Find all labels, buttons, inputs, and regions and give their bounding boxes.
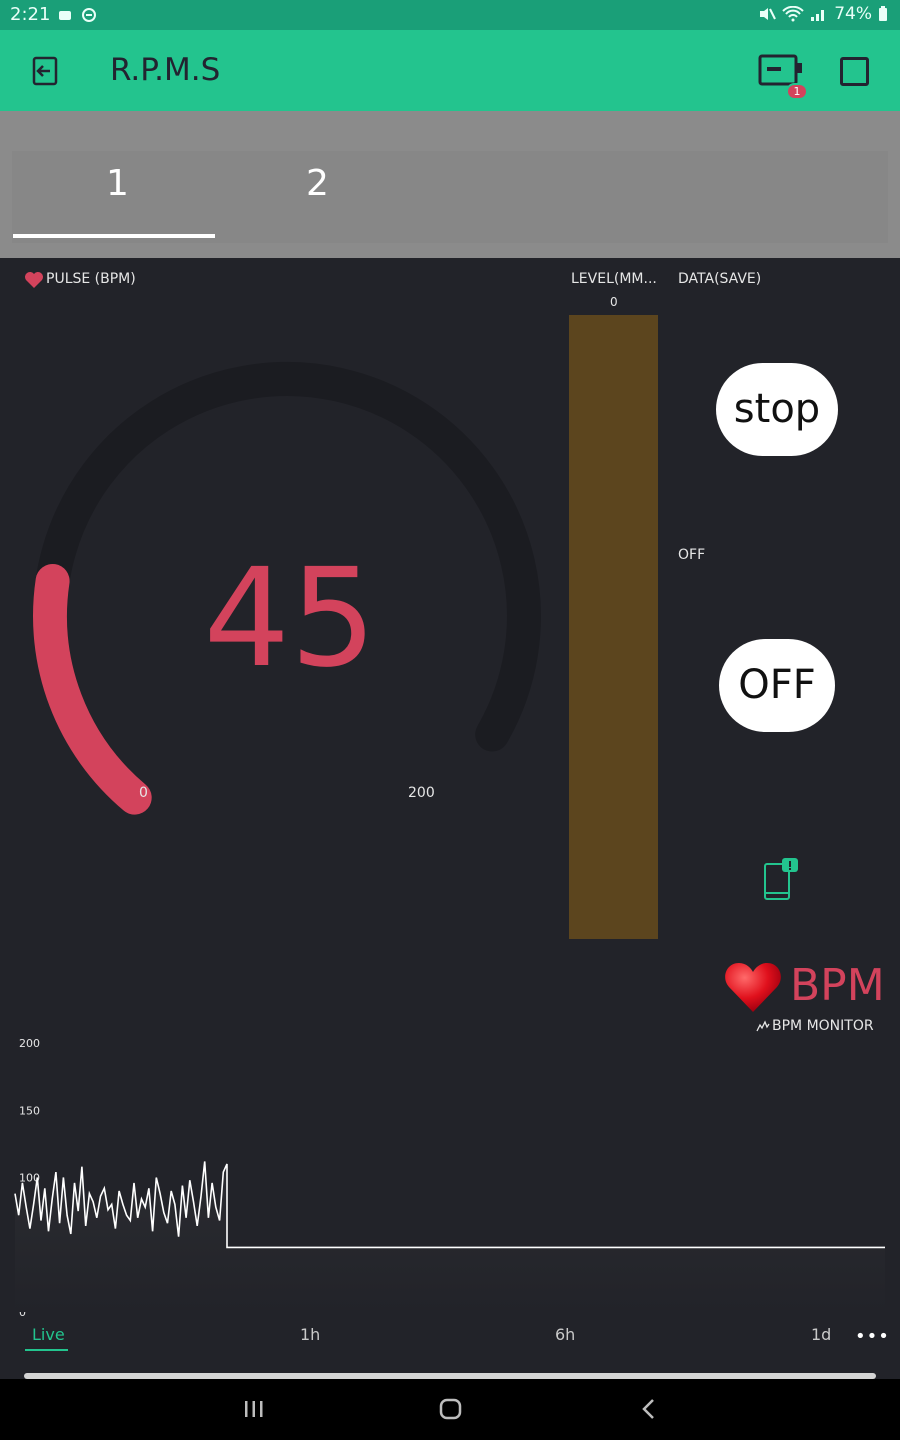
level-bar [569, 315, 658, 939]
more-menu-button[interactable]: ••• [855, 1326, 890, 1347]
battery-icon [879, 6, 887, 21]
notification-icon [59, 11, 71, 20]
tab-1[interactable]: 1 [106, 163, 129, 204]
mute-icon [760, 8, 777, 20]
exit-icon[interactable] [30, 55, 62, 87]
battery-percent: 74% [834, 4, 872, 24]
tabs-container [12, 151, 888, 243]
tab-2[interactable]: 2 [306, 163, 329, 204]
level-value: 0 [610, 295, 618, 309]
y-tick-label: 200 [19, 1037, 40, 1050]
stop-button[interactable]: stop [716, 363, 838, 456]
bpm-chart[interactable]: 200150100500 [0, 1035, 900, 1335]
system-nav-bar [0, 1379, 900, 1440]
level-label: LEVEL(MM... [571, 271, 657, 287]
wifi-icon [782, 6, 804, 22]
heart-icon [25, 272, 43, 288]
notification-badge: 1 [786, 83, 808, 100]
range-6h[interactable]: 6h [555, 1325, 575, 1344]
bpm-monitor-label: BPM MONITOR [756, 1018, 874, 1034]
switch-state-label: OFF [678, 547, 706, 563]
bpm-heart-icon [725, 963, 781, 1012]
y-tick-label: 150 [19, 1104, 40, 1117]
tab-selected-indicator [13, 234, 215, 238]
chart-area [15, 1161, 885, 1312]
app-title: R.P.M.S [110, 52, 221, 88]
off-button[interactable]: OFF [719, 639, 835, 732]
gauge-min-label: 0 [139, 785, 148, 801]
range-1h[interactable]: 1h [300, 1325, 320, 1344]
bpm-monitor-text: BPM MONITOR [772, 1018, 874, 1034]
chart-icon [756, 1020, 770, 1032]
signal-icon [811, 10, 825, 21]
app-bar: R.P.M.S 1 [0, 30, 900, 111]
bpm-title: BPM [790, 960, 885, 1011]
home-icon[interactable] [437, 1395, 465, 1423]
phone-notification-icon[interactable] [762, 857, 800, 901]
data-save-label: DATA(SAVE) [678, 271, 762, 287]
recent-apps-icon[interactable] [240, 1395, 268, 1423]
time-range-row: Live 1h 6h 1d [0, 1325, 900, 1355]
do-not-disturb-icon [82, 8, 96, 22]
range-live[interactable]: Live [32, 1325, 65, 1344]
range-live-indicator [25, 1349, 68, 1351]
edit-mode-button[interactable] [840, 57, 869, 86]
gauge-fill [33, 564, 152, 815]
status-right-group: 74% [758, 4, 888, 24]
status-time: 2:21 [10, 4, 51, 25]
status-bar: 2:21 74% [0, 0, 900, 30]
pulse-label: PULSE (BPM) [46, 271, 136, 287]
pulse-value: 45 [203, 540, 377, 698]
gauge-max-label: 200 [408, 785, 435, 801]
range-1d[interactable]: 1d [811, 1325, 831, 1344]
back-icon[interactable] [635, 1395, 663, 1423]
